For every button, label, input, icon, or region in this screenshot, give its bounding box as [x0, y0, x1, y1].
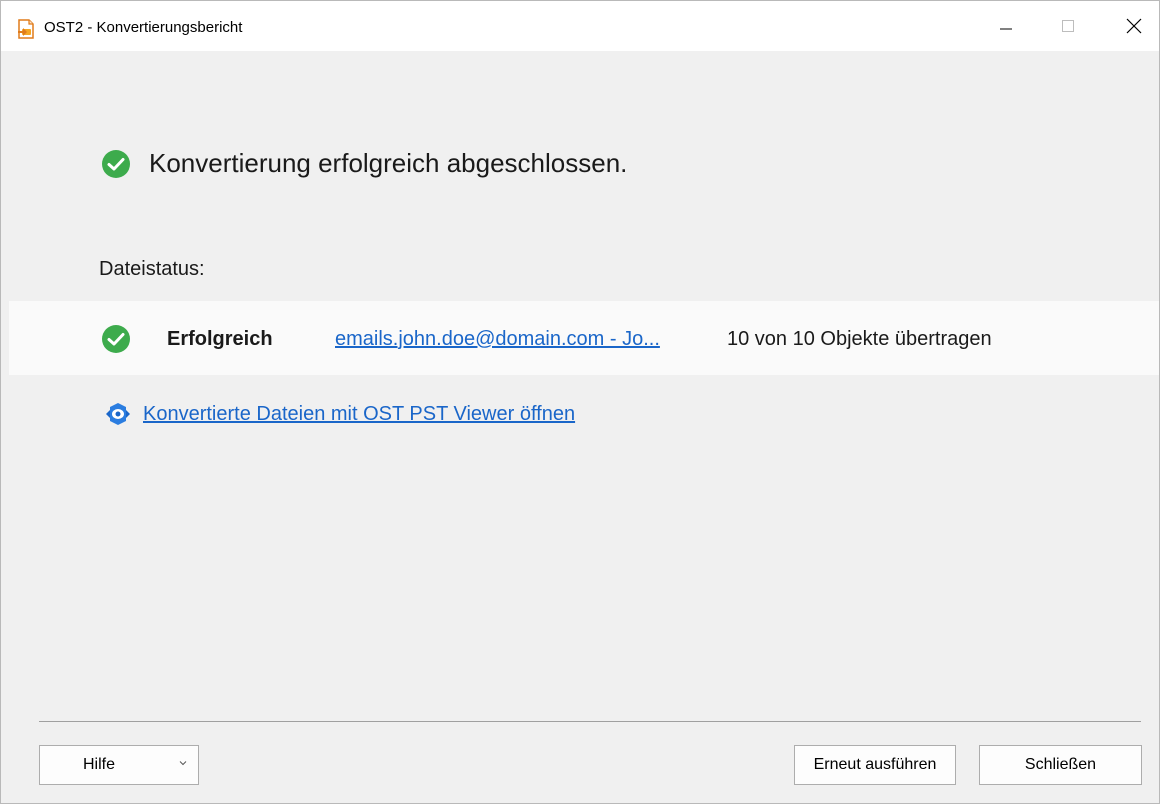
open-viewer-link-text[interactable]: Konvertierte Dateien mit OST PST Viewer …: [143, 403, 575, 426]
app-icon: [18, 19, 34, 39]
viewer-eye-icon: [106, 403, 130, 425]
report-window: OST2 - Konvertierungsbericht Konvertieru…: [0, 0, 1160, 804]
help-button-label: Hilfe: [82, 756, 115, 773]
row-file-link[interactable]: emails.john.doe@domain.com - Jo...: [335, 328, 660, 351]
success-check-icon: [102, 149, 130, 178]
chevron-down-icon: [179, 761, 187, 766]
row-status-text: Erfolgreich: [167, 328, 273, 350]
rerun-button-label: Erneut ausführen: [813, 756, 937, 773]
minimize-icon: [1000, 28, 1012, 30]
row-item-count: 10 von 10 Objekte übertragen: [727, 328, 992, 350]
help-button[interactable]: Hilfe: [39, 745, 199, 785]
title-bar[interactable]: OST2 - Konvertierungsbericht: [1, 1, 1159, 51]
file-status-row: Erfolgreich emails.john.doe@domain.com -…: [9, 301, 1159, 375]
close-button-label: Schließen: [1024, 756, 1097, 773]
rerun-button[interactable]: Erneut ausführen: [794, 745, 956, 785]
maximize-button[interactable]: [1045, 1, 1091, 51]
window-title: OST2 - Konvertierungsbericht: [44, 19, 243, 36]
open-viewer-link[interactable]: Konvertierte Dateien mit OST PST Viewer …: [103, 399, 575, 429]
close-button[interactable]: Schließen: [979, 745, 1142, 785]
row-success-check-icon: [102, 325, 130, 353]
result-headline: Konvertierung erfolgreich abgeschlossen.: [101, 148, 627, 179]
maximize-icon: [1062, 20, 1074, 32]
result-headline-text: Konvertierung erfolgreich abgeschlossen.: [149, 148, 628, 178]
close-window-button[interactable]: [1111, 1, 1157, 51]
minimize-button[interactable]: [983, 1, 1029, 51]
close-icon: [1126, 18, 1142, 34]
file-status-label: Dateistatus:: [99, 258, 205, 280]
footer-divider: [39, 721, 1141, 722]
